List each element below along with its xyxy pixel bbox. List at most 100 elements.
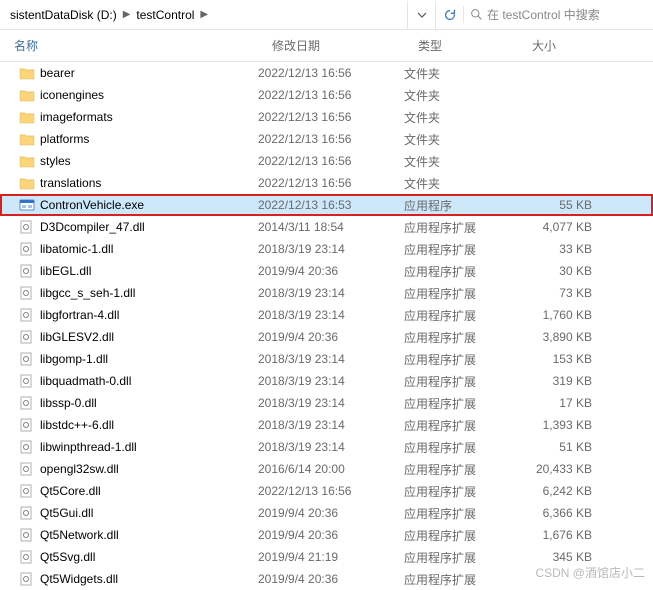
- file-date: 2019/9/4 20:36: [258, 264, 404, 278]
- file-name: libGLESV2.dll: [40, 330, 114, 344]
- list-item[interactable]: libGLESV2.dll2019/9/4 20:36应用程序扩展3,890 K…: [0, 326, 653, 348]
- file-size: 33 KB: [518, 242, 606, 256]
- file-size: 319 KB: [518, 374, 606, 388]
- list-item[interactable]: ContronVehicle.exe2022/12/13 16:53应用程序55…: [0, 194, 653, 216]
- dll-icon: [18, 528, 36, 542]
- list-item[interactable]: iconengines2022/12/13 16:56文件夹: [0, 84, 653, 106]
- list-item[interactable]: libEGL.dll2019/9/4 20:36应用程序扩展30 KB: [0, 260, 653, 282]
- file-date: 2019/9/4 20:36: [258, 330, 404, 344]
- file-name: bearer: [40, 66, 75, 80]
- file-size: 73 KB: [518, 286, 606, 300]
- list-item[interactable]: imageformats2022/12/13 16:56文件夹: [0, 106, 653, 128]
- file-size: 55 KB: [518, 198, 606, 212]
- list-item[interactable]: opengl32sw.dll2016/6/14 20:00应用程序扩展20,43…: [0, 458, 653, 480]
- chevron-right-icon[interactable]: ▶: [121, 9, 133, 20]
- chevron-right-icon[interactable]: ▶: [198, 9, 210, 20]
- list-item[interactable]: libgcc_s_seh-1.dll2018/3/19 23:14应用程序扩展7…: [0, 282, 653, 304]
- column-header-name[interactable]: 名称: [0, 31, 258, 60]
- file-type: 应用程序扩展: [404, 285, 518, 302]
- search-icon: [470, 8, 483, 21]
- file-type: 应用程序扩展: [404, 417, 518, 434]
- dll-icon: [18, 572, 36, 586]
- file-type: 应用程序扩展: [404, 461, 518, 478]
- dll-icon: [18, 308, 36, 322]
- folder-icon: [18, 88, 36, 102]
- file-name: ContronVehicle.exe: [40, 198, 144, 212]
- search-input[interactable]: 在 testControl 中搜索: [463, 6, 653, 23]
- file-name: Qt5Widgets.dll: [40, 572, 118, 586]
- file-date: 2014/3/11 18:54: [258, 220, 404, 234]
- list-item[interactable]: libgomp-1.dll2018/3/19 23:14应用程序扩展153 KB: [0, 348, 653, 370]
- file-name: styles: [40, 154, 71, 168]
- dll-icon: [18, 550, 36, 564]
- file-name: platforms: [40, 132, 89, 146]
- file-type: 文件夹: [404, 131, 518, 148]
- file-name: libquadmath-0.dll: [40, 374, 131, 388]
- file-list[interactable]: bearer2022/12/13 16:56文件夹iconengines2022…: [0, 62, 653, 590]
- file-date: 2018/3/19 23:14: [258, 308, 404, 322]
- file-date: 2018/3/19 23:14: [258, 440, 404, 454]
- list-item[interactable]: platforms2022/12/13 16:56文件夹: [0, 128, 653, 150]
- file-name: libstdc++-6.dll: [40, 418, 114, 432]
- list-item[interactable]: libstdc++-6.dll2018/3/19 23:14应用程序扩展1,39…: [0, 414, 653, 436]
- file-name: libwinpthread-1.dll: [40, 440, 137, 454]
- history-dropdown-button[interactable]: [407, 1, 435, 29]
- breadcrumb[interactable]: sistentDataDisk (D:) ▶ testControl ▶: [0, 8, 407, 22]
- file-size: 1,676 KB: [518, 528, 606, 542]
- list-item[interactable]: translations2022/12/13 16:56文件夹: [0, 172, 653, 194]
- list-item[interactable]: D3Dcompiler_47.dll2014/3/11 18:54应用程序扩展4…: [0, 216, 653, 238]
- file-type: 文件夹: [404, 153, 518, 170]
- file-date: 2022/12/13 16:56: [258, 66, 404, 80]
- column-header-date[interactable]: 修改日期: [258, 31, 404, 60]
- column-header-type[interactable]: 类型: [404, 31, 518, 60]
- dll-icon: [18, 330, 36, 344]
- column-header-size[interactable]: 大小: [518, 31, 606, 60]
- dll-icon: [18, 220, 36, 234]
- list-item[interactable]: libwinpthread-1.dll2018/3/19 23:14应用程序扩展…: [0, 436, 653, 458]
- file-date: 2018/3/19 23:14: [258, 396, 404, 410]
- exe-icon: [18, 198, 36, 212]
- list-item[interactable]: Qt5Core.dll2022/12/13 16:56应用程序扩展6,242 K…: [0, 480, 653, 502]
- file-size: 20,433 KB: [518, 462, 606, 476]
- file-type: 应用程序扩展: [404, 351, 518, 368]
- dll-icon: [18, 396, 36, 410]
- file-date: 2016/6/14 20:00: [258, 462, 404, 476]
- file-date: 2022/12/13 16:56: [258, 176, 404, 190]
- dll-icon: [18, 264, 36, 278]
- file-name: iconengines: [40, 88, 104, 102]
- file-type: 应用程序扩展: [404, 219, 518, 236]
- file-size: 153 KB: [518, 352, 606, 366]
- file-size: 6,366 KB: [518, 506, 606, 520]
- file-date: 2018/3/19 23:14: [258, 286, 404, 300]
- list-item[interactable]: styles 2022/12/13 16:56文件夹: [0, 150, 653, 172]
- file-date: 2018/3/19 23:14: [258, 374, 404, 388]
- chevron-down-icon: [417, 10, 427, 20]
- file-type: 应用程序扩展: [404, 549, 518, 566]
- breadcrumb-segment[interactable]: testControl: [132, 8, 198, 22]
- list-item[interactable]: Qt5Gui.dll2019/9/4 20:36应用程序扩展6,366 KB: [0, 502, 653, 524]
- list-item[interactable]: bearer 2022/12/13 16:56文件夹: [0, 62, 653, 84]
- dll-icon: [18, 440, 36, 454]
- file-size: 6,242 KB: [518, 484, 606, 498]
- dll-icon: [18, 462, 36, 476]
- file-date: 2022/12/13 16:53: [258, 198, 404, 212]
- file-type: 应用程序扩展: [404, 263, 518, 280]
- file-size: 345 KB: [518, 550, 606, 564]
- refresh-button[interactable]: [435, 1, 463, 29]
- breadcrumb-segment[interactable]: sistentDataDisk (D:): [6, 8, 121, 22]
- file-date: 2019/9/4 20:36: [258, 528, 404, 542]
- file-name: Qt5Svg.dll: [40, 550, 95, 564]
- file-type: 应用程序扩展: [404, 395, 518, 412]
- file-date: 2022/12/13 16:56: [258, 154, 404, 168]
- file-type: 文件夹: [404, 65, 518, 82]
- file-size: 30 KB: [518, 264, 606, 278]
- list-item[interactable]: Qt5Network.dll2019/9/4 20:36应用程序扩展1,676 …: [0, 524, 653, 546]
- list-item[interactable]: libquadmath-0.dll2018/3/19 23:14应用程序扩展31…: [0, 370, 653, 392]
- file-date: 2019/9/4 21:19: [258, 550, 404, 564]
- file-date: 2019/9/4 20:36: [258, 572, 404, 586]
- list-item[interactable]: libssp-0.dll2018/3/19 23:14应用程序扩展17 KB: [0, 392, 653, 414]
- file-name: libssp-0.dll: [40, 396, 97, 410]
- file-size: 3,890 KB: [518, 330, 606, 344]
- list-item[interactable]: libgfortran-4.dll2018/3/19 23:14应用程序扩展1,…: [0, 304, 653, 326]
- list-item[interactable]: libatomic-1.dll2018/3/19 23:14应用程序扩展33 K…: [0, 238, 653, 260]
